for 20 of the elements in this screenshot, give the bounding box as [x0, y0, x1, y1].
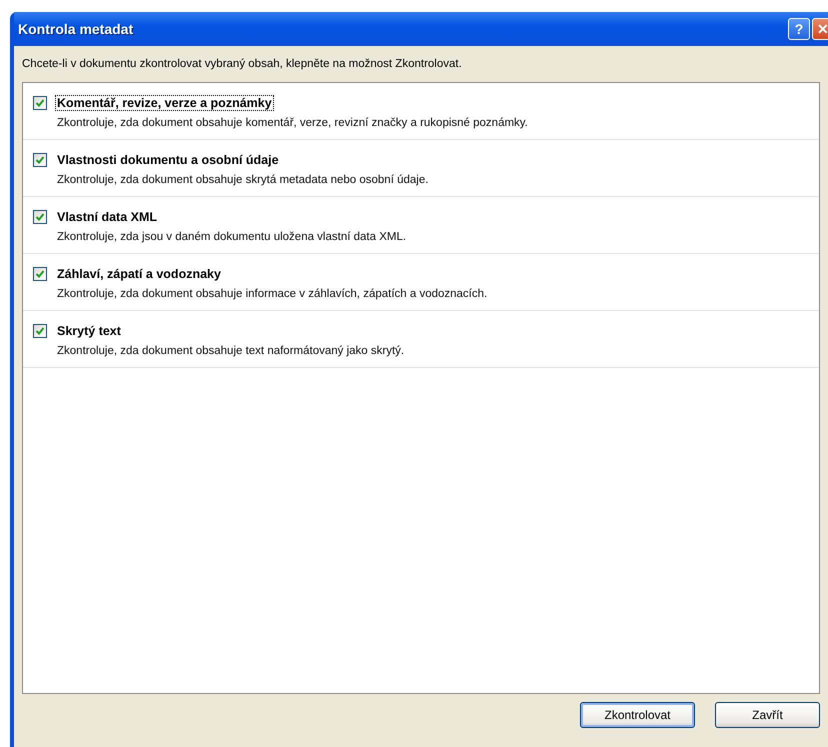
checkbox[interactable] — [33, 324, 47, 338]
option-description: Zkontroluje, zda dokument obsahuje text naformátovaný jako skrytý. — [57, 345, 406, 357]
checkbox[interactable] — [33, 153, 47, 167]
checkbox[interactable] — [33, 96, 47, 110]
inspect-button[interactable]: Zkontrolovat — [580, 702, 695, 728]
option-description: Zkontroluje, zda dokument obsahuje skrytá metadata nebo osobní údaje. — [57, 174, 430, 186]
window-title: Kontrola metadat — [18, 21, 134, 37]
checkbox[interactable] — [33, 210, 47, 224]
option-label[interactable]: Vlastní data XML — [55, 209, 160, 225]
instruction-text: Chcete-li v dokumentu zkontrolovat vybraný obsah, klepněte na možnost Zkontrolovat. — [22, 58, 463, 70]
option-label[interactable]: Skrytý text — [55, 323, 123, 339]
option-label[interactable]: Vlastnosti dokumentu a osobní údaje — [55, 152, 281, 168]
option-description: Zkontroluje, zda jsou v daném dokumentu uložena vlastní data XML. — [57, 231, 408, 243]
checkbox[interactable] — [33, 267, 47, 281]
help-button[interactable]: ? — [788, 18, 810, 40]
option-description: Zkontroluje, zda dokument obsahuje informace v záhlavích, zápatích a vodoznacích. — [57, 288, 488, 300]
close-dialog-button[interactable]: Zavřít — [715, 702, 820, 728]
option-label[interactable]: Záhlaví, zápatí a vodoznaky — [55, 266, 223, 282]
option-label[interactable]: Komentář, revize, verze a poznámky — [55, 95, 274, 111]
option-description: Zkontroluje, zda dokument obsahuje komentář, verze, revizní značky a rukopisné poznámky. — [57, 117, 529, 129]
